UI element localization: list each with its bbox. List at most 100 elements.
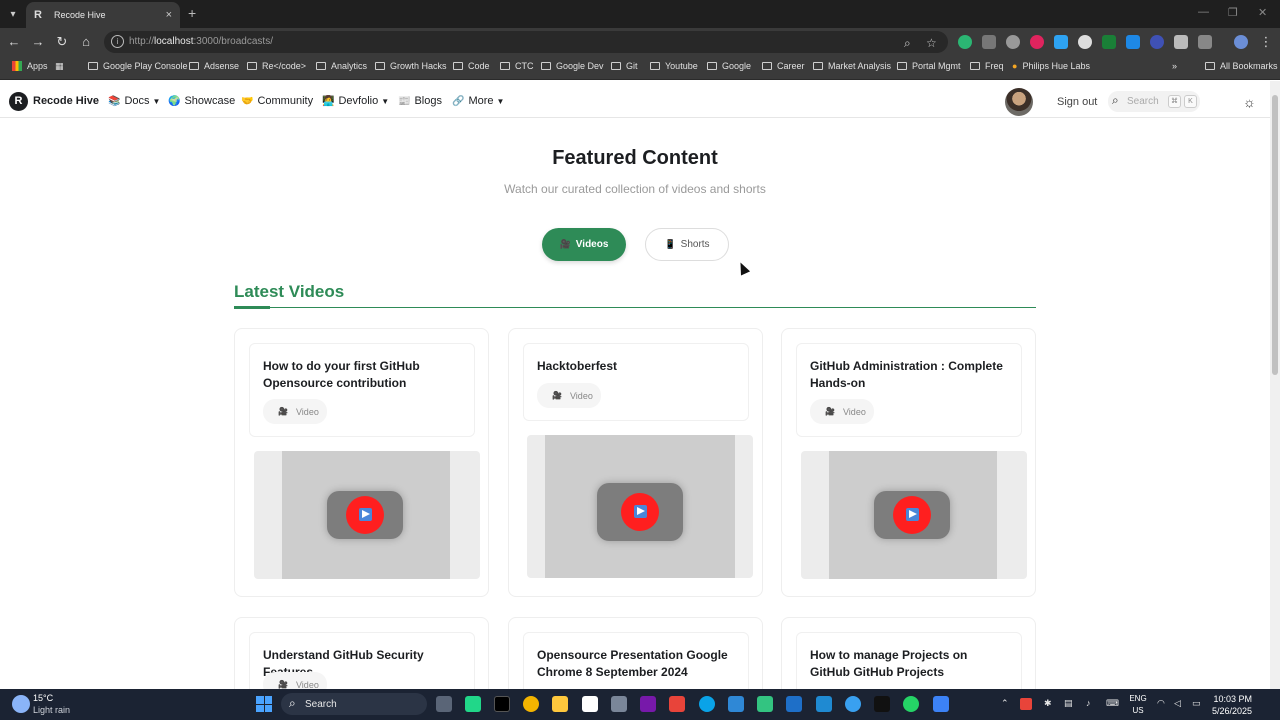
close-window-icon[interactable]: ✕ (1258, 6, 1267, 19)
bookmark-folder[interactable]: Career (762, 61, 805, 71)
scrollbar-thumb[interactable] (1272, 95, 1278, 375)
file-explorer-icon[interactable] (552, 696, 568, 712)
weather-icon[interactable] (12, 695, 30, 713)
bookmark-folder[interactable]: Google Dev (541, 61, 604, 71)
nav-showcase[interactable]: 🌍 Showcase (168, 95, 235, 107)
bookmark-star-icon[interactable]: ☆ (926, 36, 937, 50)
vscode-icon[interactable] (816, 696, 832, 712)
language-indicator[interactable]: ENG US (1128, 693, 1148, 717)
tab-search-icon[interactable]: ▾ (4, 5, 22, 23)
notion-icon[interactable] (582, 696, 598, 712)
nav-devfolio[interactable]: 👩‍💻 Devfolio ▼ (322, 95, 389, 107)
microphone-icon[interactable]: ♪ (1086, 698, 1091, 708)
extension-icon[interactable] (1126, 35, 1140, 49)
battery-icon[interactable]: ▭ (1192, 698, 1201, 709)
nav-docs[interactable]: 📚 Docs ▼ (108, 95, 160, 107)
extension-icon[interactable] (1102, 35, 1116, 49)
keyboard-icon[interactable]: ⌨ (1106, 698, 1119, 709)
terminal-icon[interactable] (874, 696, 890, 712)
app-icon[interactable] (728, 696, 744, 712)
tab-shorts[interactable]: 📱 Shorts (645, 228, 729, 261)
bookmark-folder[interactable]: Growth Hacks (375, 61, 447, 71)
video-title[interactable]: GitHub Administration : Complete Hands-o… (810, 358, 1010, 392)
youtube-play-icon[interactable] (874, 491, 950, 539)
app-icon[interactable] (845, 696, 861, 712)
bookmark-folder[interactable]: Google (707, 61, 751, 71)
video-card[interactable]: Understand GitHub Security Features 🎥Vid… (234, 617, 489, 702)
weather-description[interactable]: Light rain (33, 705, 70, 715)
new-tab-icon[interactable]: + (188, 5, 196, 21)
onenote-icon[interactable] (640, 696, 656, 712)
more-bookmarks-icon[interactable]: » (1172, 61, 1177, 71)
address-bar[interactable]: i http://localhost:3000/broadcasts/ ⌕ ☆ (104, 31, 948, 53)
page-scrollbar[interactable] (1270, 81, 1280, 689)
nav-blogs[interactable]: 📰 Blogs (398, 95, 442, 107)
sun-theme-toggle-icon[interactable]: ☼ (1243, 94, 1256, 110)
brand-name[interactable]: Recode Hive (33, 95, 99, 107)
site-info-icon[interactable]: i (111, 35, 124, 48)
app-icon[interactable] (786, 696, 802, 712)
extension-icon[interactable] (1150, 35, 1164, 49)
github-extension-icon[interactable] (1078, 35, 1092, 49)
volume-icon[interactable]: ◁ (1174, 698, 1181, 709)
video-thumbnail[interactable] (527, 435, 753, 578)
video-title[interactable]: How to do your first GitHub Opensource c… (263, 358, 463, 392)
close-tab-icon[interactable]: × (166, 9, 172, 21)
profile-avatar-icon[interactable] (1234, 35, 1248, 49)
tray-app-icon[interactable] (1020, 698, 1032, 710)
extension-icon[interactable] (982, 35, 996, 49)
app-icon[interactable] (757, 696, 773, 712)
bookmark-folder[interactable]: Portal Mgmt (897, 61, 961, 71)
youtube-play-icon[interactable] (597, 483, 683, 541)
user-avatar[interactable] (1005, 88, 1033, 116)
weather-temperature[interactable]: 15°C (33, 693, 53, 703)
app-icon[interactable] (611, 696, 627, 712)
reload-icon[interactable]: ↻ (54, 34, 70, 50)
extensions-puzzle-icon[interactable] (1198, 35, 1212, 49)
bookmark-folder[interactable]: Re</code> (247, 61, 306, 71)
system-clock[interactable]: 10:03 PM 5/26/2025 (1212, 693, 1252, 717)
youtube-play-icon[interactable] (327, 491, 403, 539)
browser-menu-icon[interactable]: ⋮ (1258, 34, 1274, 50)
video-title[interactable]: Hacktoberfest (537, 358, 737, 375)
tab-groups-icon[interactable]: ▦ (55, 61, 64, 72)
tray-app-icon[interactable]: ▤ (1064, 698, 1073, 709)
chrome-icon[interactable] (523, 696, 539, 712)
zoom-search-icon[interactable]: ⌕ (904, 36, 911, 51)
extension-icon[interactable] (1174, 35, 1188, 49)
video-card[interactable]: Hacktoberfest 🎥 Video (508, 328, 763, 597)
recode-hive-logo-icon[interactable]: R (9, 92, 28, 111)
video-card[interactable]: How to do your first GitHub Opensource c… (234, 328, 489, 597)
task-view-icon[interactable] (436, 696, 452, 712)
back-icon[interactable]: ← (6, 34, 22, 50)
pycharm-icon[interactable] (465, 696, 481, 712)
record-extension-icon[interactable] (1030, 35, 1044, 49)
extension-icon[interactable] (1054, 35, 1068, 49)
video-title[interactable]: Opensource Presentation Google Chrome 8 … (537, 647, 737, 681)
bookmark-apps[interactable]: Apps (12, 61, 48, 71)
show-hidden-icons-icon[interactable]: ⌃ (1001, 698, 1009, 709)
search-input[interactable]: ⌕ Search ⌘ K (1108, 91, 1200, 112)
bookmark-folder[interactable]: Git (611, 61, 638, 71)
forward-icon[interactable]: → (30, 34, 46, 50)
minimize-icon[interactable]: — (1198, 6, 1209, 18)
bookmark-folder[interactable]: Market Analysis (813, 61, 891, 71)
camera-extension-icon[interactable] (1006, 35, 1020, 49)
wifi-icon[interactable]: ◠ (1157, 698, 1165, 709)
bookmark-folder[interactable]: Adsense (189, 61, 239, 71)
video-thumbnail[interactable] (254, 451, 480, 579)
taskbar-search[interactable]: ⌕ Search (281, 693, 427, 715)
bookmark-folder[interactable]: CTC (500, 61, 534, 71)
whatsapp-icon[interactable] (903, 696, 919, 712)
video-card[interactable]: GitHub Administration : Complete Hands-o… (781, 328, 1036, 597)
bookmark-link[interactable]: ● Philips Hue Labs (1012, 61, 1090, 71)
video-title[interactable]: How to manage Projects on GitHub GitHub … (810, 647, 1010, 681)
app-icon[interactable] (933, 696, 949, 712)
all-bookmarks[interactable]: All Bookmarks (1205, 61, 1278, 71)
bookmark-folder[interactable]: Freq (970, 61, 1004, 71)
tab-videos[interactable]: 🎥 Videos (542, 228, 626, 261)
bookmark-folder[interactable]: Google Play Console (88, 61, 188, 71)
nav-community[interactable]: 🤝 Community (241, 95, 313, 107)
nav-more[interactable]: 🔗 More ▼ (452, 95, 504, 107)
bookmark-folder[interactable]: Analytics (316, 61, 367, 71)
